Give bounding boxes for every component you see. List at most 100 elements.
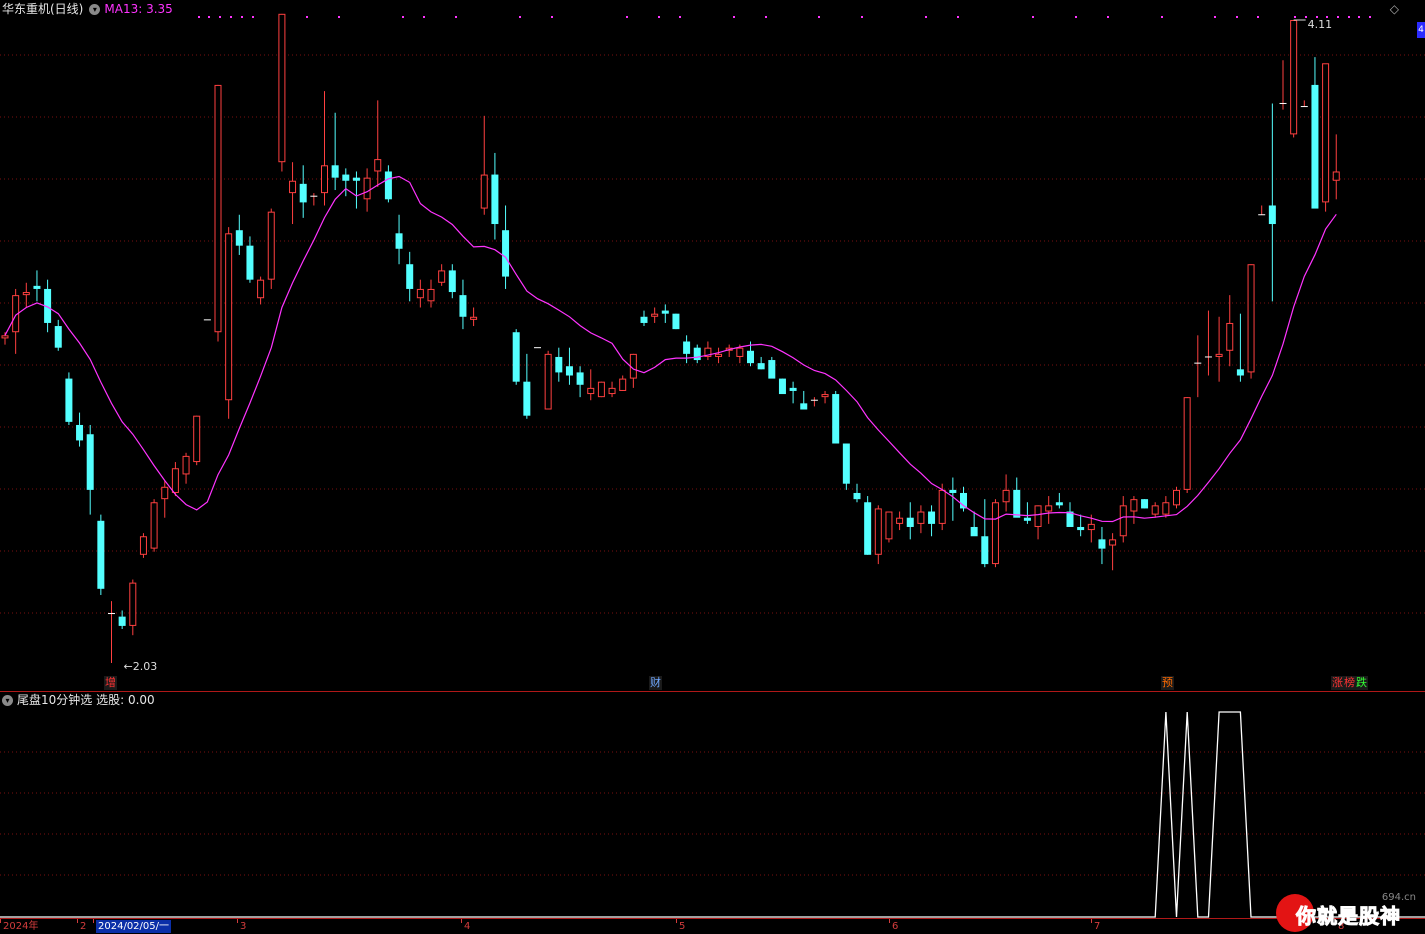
candle-body [874,508,882,555]
signal-dot [957,16,959,18]
candle-down [693,344,701,364]
event-marker[interactable]: 财 [649,676,662,690]
candle-up [608,381,616,398]
signal-dot [1358,16,1360,18]
candle-down [342,168,350,197]
candle-up [917,505,925,534]
candle-body [129,582,137,626]
candle-body [1226,322,1234,351]
candle-down [491,152,499,240]
candle-up [1258,205,1266,216]
candle-body [853,492,861,500]
candle-up [597,381,605,398]
candle-body [1013,489,1021,518]
candle-down [331,112,339,191]
candle-down [65,372,73,425]
event-marker[interactable]: 增 [104,676,117,690]
candle-body [257,279,265,299]
candle-up [704,341,712,361]
candle-body [747,350,754,364]
candle-up [193,415,201,466]
candle-down [970,511,978,537]
candle-down [576,366,584,398]
candle-body [363,177,371,200]
candle-body [161,486,169,500]
candle-up [321,91,328,206]
candle-up [1130,496,1138,524]
candle-body [1268,205,1276,225]
candle-body [778,378,786,395]
candle-down [448,264,456,299]
candle-down [683,335,691,364]
candle-body [459,295,467,317]
candle-body [1077,526,1085,531]
signal-dot [1214,16,1216,18]
candle-body [427,288,435,302]
candle-body [97,520,105,589]
candle-down [384,165,392,203]
candle-body [1087,523,1095,531]
candle-down [853,483,861,503]
candle-down [1055,492,1063,509]
candle-down [757,356,765,370]
candle-up [12,288,20,354]
right-panel-tab[interactable]: 4 [1417,22,1425,38]
candle-body [1247,264,1255,373]
candle-body [597,381,605,398]
time-axis[interactable]: 2024年 2 2024/02/05/一 3 4 5 6 7 8 [0,918,1425,934]
event-marker[interactable]: 跌 [1355,676,1368,690]
candle-body [672,313,680,330]
signal-dot [208,16,210,18]
candle-body [267,211,275,280]
candle-down [352,171,360,209]
candle-body [576,372,584,385]
candle-body [629,353,637,379]
candle-up [1045,496,1053,524]
candle-down [1236,313,1244,382]
time-axis-tick-line [0,919,1,923]
candle-body [278,13,286,163]
candle-down [86,424,94,515]
candle-body [608,387,616,395]
indicator-canvas[interactable] [0,692,1425,918]
candle-body [182,455,190,475]
signal-dot [925,16,927,18]
candle-body [640,316,648,323]
diamond-icon[interactable]: ◇ [1390,2,1399,16]
candle-body [171,468,179,493]
candle-up [374,100,382,187]
candle-up [1290,20,1298,138]
candle-body [384,171,392,200]
candle-down [778,378,786,395]
time-axis-tick[interactable]: 2024/02/05/一 [96,920,172,933]
candle-body [1151,505,1159,515]
candle-down [789,381,797,404]
candle-down [97,514,105,595]
candle-up [715,347,723,364]
candle-up [587,369,595,401]
event-marker[interactable]: 预 [1161,676,1174,690]
candle-down [565,347,573,385]
chevron-down-icon[interactable]: ▾ [89,4,101,15]
candle-body [991,502,999,565]
candle-body [331,165,339,178]
candle-up [1151,502,1159,518]
candle-up [289,162,297,225]
signal-dot [1107,16,1109,18]
candle-body [1173,489,1180,506]
chevron-down-icon[interactable]: ▾ [2,695,13,706]
price-chart-pane[interactable]: 4.11 ←2.03 华东重机(日线) ▾ MA13: 3.35 ◇ 4 增财预涨榜跌 [0,0,1425,691]
candle-up [480,115,488,215]
candle-body [928,511,936,524]
time-axis-tick-line [889,919,890,923]
price-chart-canvas[interactable]: 4.11 ←2.03 [0,0,1425,691]
time-axis-tick-line [461,919,462,923]
candle-down [906,502,914,540]
watermark: 你就是股神 694.cn [1274,888,1424,933]
indicator-pane[interactable]: ▾ 尾盘10分钟选 选股: 0.00 [0,692,1425,918]
candle-body [139,536,147,555]
candle-body [1,335,9,339]
candle-body [565,366,573,376]
candle-down [1077,514,1085,537]
candle-body [1322,63,1330,203]
